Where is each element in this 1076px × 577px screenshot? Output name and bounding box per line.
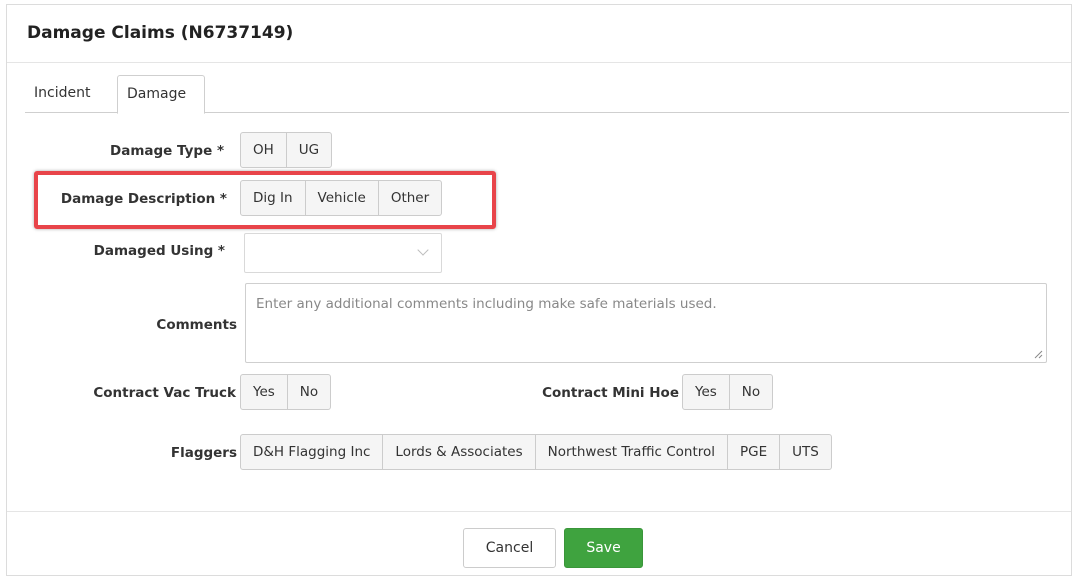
contract-vac-truck-toggle: Yes No: [240, 374, 332, 410]
damaged-using-label: Damaged Using *: [93, 243, 225, 259]
comments-textarea[interactable]: Enter any additional comments including …: [245, 283, 1047, 363]
chevron-down-icon: [417, 244, 429, 256]
damage-type-option-oh[interactable]: OH: [241, 133, 287, 167]
contract-mini-hoe-option-no[interactable]: No: [730, 375, 772, 409]
contract-mini-hoe-toggle: Yes No: [682, 374, 774, 410]
flaggers-option-dh-flagging[interactable]: D&H Flagging Inc: [241, 435, 384, 469]
dialog-title: Damage Claims (N6737149): [27, 23, 294, 43]
contract-vac-truck-label: Contract Vac Truck: [93, 385, 236, 401]
damage-type-label: Damage Type *: [110, 143, 224, 159]
dialog-header: Damage Claims (N6737149): [7, 5, 1071, 63]
damage-description-toggle: Dig In Vehicle Other: [240, 180, 443, 216]
flaggers-option-uts[interactable]: UTS: [780, 435, 831, 469]
contract-mini-hoe-label: Contract Mini Hoe: [542, 385, 679, 401]
contract-mini-hoe-option-yes[interactable]: Yes: [683, 375, 730, 409]
flaggers-option-northwest-traffic[interactable]: Northwest Traffic Control: [536, 435, 729, 469]
damage-type-option-ug[interactable]: UG: [287, 133, 331, 167]
flaggers-toggle: D&H Flagging Inc Lords & Associates Nort…: [240, 434, 832, 470]
save-button[interactable]: Save: [564, 528, 643, 568]
damage-type-toggle: OH UG: [240, 132, 333, 168]
tab-incident[interactable]: Incident: [25, 75, 117, 113]
comments-label: Comments: [156, 317, 237, 333]
tab-damage[interactable]: Damage: [117, 75, 205, 114]
damage-claims-dialog: Damage Claims (N6737149) Incident Damage…: [6, 4, 1072, 576]
damage-description-option-vehicle[interactable]: Vehicle: [306, 181, 379, 215]
contract-vac-truck-option-no[interactable]: No: [288, 375, 330, 409]
dialog-footer: Cancel Save: [7, 511, 1071, 577]
flaggers-label: Flaggers: [170, 445, 237, 461]
damage-description-option-other[interactable]: Other: [379, 181, 441, 215]
flaggers-option-lords-associates[interactable]: Lords & Associates: [383, 435, 536, 469]
cancel-button[interactable]: Cancel: [463, 528, 556, 568]
flaggers-option-pge[interactable]: PGE: [728, 435, 781, 469]
damage-description-label: Damage Description *: [60, 191, 227, 207]
resize-handle-icon[interactable]: [1033, 349, 1043, 359]
comments-placeholder: Enter any additional comments including …: [256, 296, 717, 312]
damage-description-option-dig-in[interactable]: Dig In: [241, 181, 306, 215]
tab-bar: Incident Damage: [25, 75, 1069, 114]
contract-vac-truck-option-yes[interactable]: Yes: [241, 375, 288, 409]
damaged-using-select[interactable]: [244, 233, 442, 273]
